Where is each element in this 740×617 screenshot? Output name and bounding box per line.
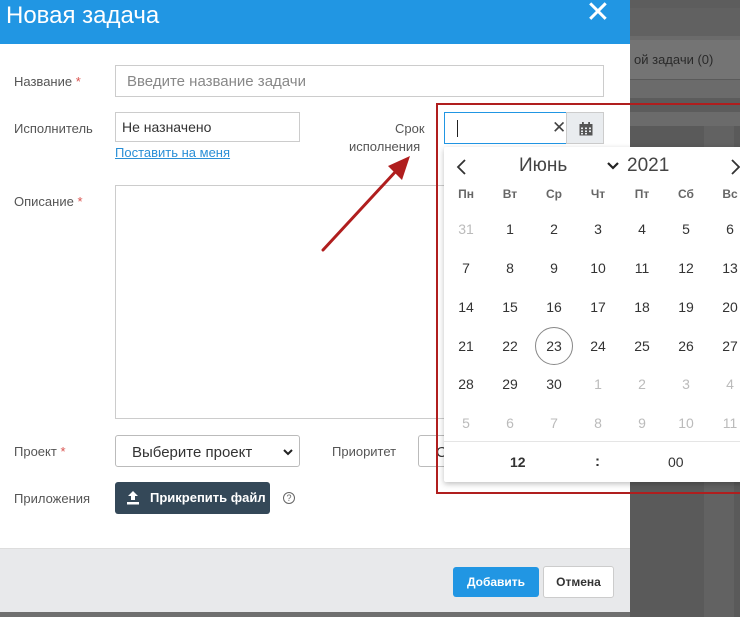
due-date-input[interactable]: ✕ xyxy=(444,112,567,144)
assign-to-me-link[interactable]: Поставить на меня xyxy=(115,145,230,160)
text-caret xyxy=(457,120,458,137)
cancel-button[interactable]: Отмена xyxy=(543,566,614,598)
calendar-day[interactable]: 7 xyxy=(447,249,485,287)
background-topbar xyxy=(630,0,740,8)
background-tab-label: ой задачи (0) xyxy=(634,52,714,67)
calendar-day[interactable]: 25 xyxy=(623,327,661,365)
hours-field[interactable]: 12 xyxy=(510,454,526,470)
calendar-day[interactable]: 5 xyxy=(667,210,705,248)
calendar-divider xyxy=(444,441,740,442)
weekday-header: Вс xyxy=(722,187,738,201)
name-label: Название * xyxy=(14,74,81,89)
calendar-day[interactable]: 31 xyxy=(447,210,485,248)
calendar-day[interactable]: 10 xyxy=(579,249,617,287)
weekday-header: Ср xyxy=(546,187,562,201)
calendar-day[interactable]: 3 xyxy=(667,365,705,403)
required-mark: * xyxy=(60,444,66,459)
assignee-input[interactable] xyxy=(115,112,300,142)
modal-header: Новая задача ✕ xyxy=(0,0,630,44)
calendar-day[interactable]: 15 xyxy=(491,288,529,326)
upload-icon xyxy=(127,491,139,505)
calendar-day[interactable]: 4 xyxy=(711,365,740,403)
project-label-text: Проект xyxy=(14,444,57,459)
attachments-label: Приложения xyxy=(14,491,91,506)
calendar-day[interactable]: 11 xyxy=(711,404,740,442)
calendar-day[interactable]: 20 xyxy=(711,288,740,326)
chevron-right-icon[interactable] xyxy=(727,157,740,177)
month-select[interactable]: Июнь xyxy=(519,155,567,177)
calendar-day[interactable]: 12 xyxy=(667,249,705,287)
calendar-day[interactable]: 11 xyxy=(623,249,661,287)
priority-label: Приоритет xyxy=(332,444,397,459)
weekday-header: Пт xyxy=(634,187,650,201)
required-mark: * xyxy=(75,74,81,89)
calendar-day[interactable]: 6 xyxy=(491,404,529,442)
assignee-label: Исполнитель xyxy=(14,121,93,136)
calendar-day[interactable]: 21 xyxy=(447,327,485,365)
help-icon[interactable]: ? xyxy=(283,492,295,504)
calendar-day[interactable]: 14 xyxy=(447,288,485,326)
calendar-day[interactable]: 17 xyxy=(579,288,617,326)
weekday-header: Вт xyxy=(502,187,518,201)
required-mark: * xyxy=(77,194,83,209)
year-select[interactable]: 2021 xyxy=(627,155,669,177)
calendar-day[interactable]: 27 xyxy=(711,327,740,365)
minutes-field[interactable]: 00 xyxy=(668,454,684,470)
calendar-day[interactable]: 18 xyxy=(623,288,661,326)
calendar-day[interactable]: 1 xyxy=(579,365,617,403)
calendar-day[interactable]: 1 xyxy=(491,210,529,248)
calendar-day[interactable]: 6 xyxy=(711,210,740,248)
time-separator: : xyxy=(595,453,600,470)
chevron-down-icon xyxy=(283,449,293,456)
calendar-day[interactable]: 8 xyxy=(579,404,617,442)
task-name-input[interactable] xyxy=(115,65,604,97)
calendar-day[interactable]: 28 xyxy=(447,365,485,403)
calendar-day[interactable]: 22 xyxy=(491,327,529,365)
project-select[interactable]: Выберите проект xyxy=(115,435,300,467)
calendar-day[interactable]: 9 xyxy=(623,404,661,442)
chevron-left-icon[interactable] xyxy=(454,157,470,177)
calendar-day[interactable]: 2 xyxy=(535,210,573,248)
calendar-icon xyxy=(579,122,593,136)
calendar-button[interactable] xyxy=(566,112,604,144)
project-label: Проект * xyxy=(14,444,66,459)
calendar-day[interactable]: 24 xyxy=(579,327,617,365)
submit-button[interactable]: Добавить xyxy=(453,567,539,597)
description-label: Описание * xyxy=(14,194,83,209)
description-label-text: Описание xyxy=(14,194,74,209)
modal-footer: Добавить Отмена xyxy=(0,548,630,612)
due-date-label-line2: исполнения xyxy=(349,139,421,154)
calendar-day[interactable]: 16 xyxy=(535,288,573,326)
modal-title: Новая задача xyxy=(6,2,160,29)
calendar-day[interactable]: 2 xyxy=(623,365,661,403)
clear-icon[interactable]: ✕ xyxy=(552,118,566,138)
calendar-day[interactable]: 29 xyxy=(491,365,529,403)
calendar-day[interactable]: 3 xyxy=(579,210,617,248)
background-strip xyxy=(630,8,740,36)
calendar-day[interactable]: 30 xyxy=(535,365,573,403)
attach-file-button[interactable]: Прикрепить файл xyxy=(115,482,270,514)
project-select-value: Выберите проект xyxy=(132,444,253,461)
calendar-day[interactable]: 7 xyxy=(535,404,573,442)
calendar-day[interactable]: 5 xyxy=(447,404,485,442)
calendar-day[interactable]: 13 xyxy=(711,249,740,287)
calendar-day[interactable]: 8 xyxy=(491,249,529,287)
name-label-text: Название xyxy=(14,74,73,89)
calendar-day[interactable]: 10 xyxy=(667,404,705,442)
weekday-header: Чт xyxy=(590,187,606,201)
calendar-day[interactable]: 4 xyxy=(623,210,661,248)
weekday-header: Сб xyxy=(678,187,694,201)
date-picker-popup: Июнь 2021 Пн Вт Ср Чт Пт Сб Вс 31 1 2 3 4 5 6 7 8 9 10 11… xyxy=(444,147,740,482)
chevron-down-icon xyxy=(607,162,619,170)
weekday-header: Пн xyxy=(458,187,474,201)
calendar-day-selected[interactable]: 23 xyxy=(535,327,573,365)
attach-file-button-label: Прикрепить файл xyxy=(150,490,266,505)
calendar-day[interactable]: 9 xyxy=(535,249,573,287)
close-icon[interactable]: ✕ xyxy=(584,0,612,28)
calendar-day[interactable]: 19 xyxy=(667,288,705,326)
calendar-day[interactable]: 26 xyxy=(667,327,705,365)
due-date-label-line1: Срок xyxy=(395,121,425,136)
